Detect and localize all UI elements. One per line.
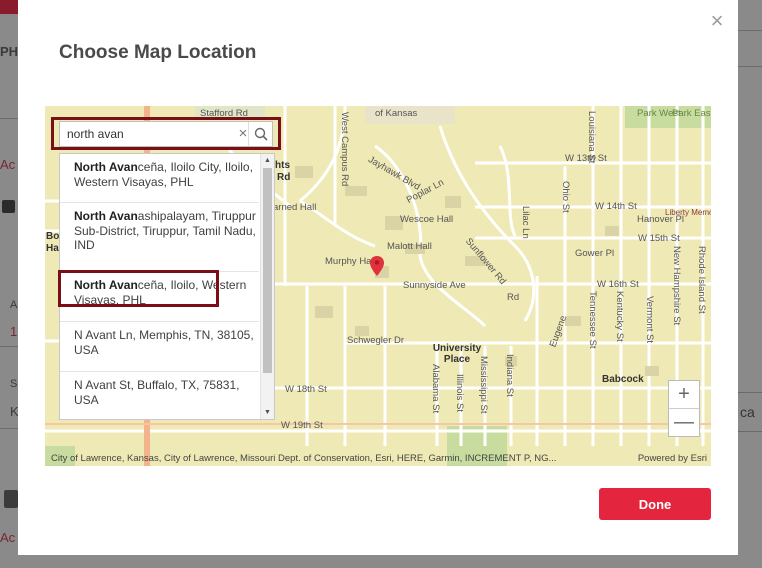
map-label-sunnyside: Sunnyside Ave bbox=[403, 280, 466, 291]
map-label-vermont: Vermont St bbox=[644, 296, 655, 343]
map-label-ohio: Ohio St bbox=[560, 181, 571, 213]
map-label-tennessee: Tennessee St bbox=[587, 291, 598, 349]
scroll-down-icon[interactable]: ▼ bbox=[263, 408, 272, 417]
map-label-rhode: Rhode Island St bbox=[696, 246, 707, 314]
map-label-arned: arned Hall bbox=[273, 202, 317, 213]
suggestion-item[interactable]: North Avanashipalayam, Tiruppur Sub-Dist… bbox=[60, 203, 259, 272]
background-right-divider bbox=[738, 30, 762, 31]
map-label-alabama: Alabama St bbox=[430, 364, 441, 414]
background-label-a: A bbox=[10, 299, 18, 311]
map-label-wescoe: Wescoe Hall bbox=[400, 214, 454, 225]
close-icon[interactable]: × bbox=[706, 10, 728, 32]
background-map-icon bbox=[4, 490, 18, 508]
suggestion-match: North Avan bbox=[74, 278, 138, 292]
map-label-indiana: Indiana St bbox=[504, 354, 515, 397]
background-right-field: ca bbox=[738, 392, 762, 432]
background-divider bbox=[0, 118, 18, 119]
map-label-babcock: Babcock bbox=[602, 374, 644, 385]
map-label-kentucky: Kentucky St bbox=[614, 291, 625, 342]
background-right-divider-2 bbox=[738, 66, 762, 67]
map-label-w18: W 18th St bbox=[285, 384, 327, 395]
map-label-illinois: Illinois St bbox=[454, 374, 465, 413]
map-label-hts: hts bbox=[275, 160, 290, 171]
background-divider-2 bbox=[0, 346, 18, 347]
map-label-lilac: Lilac Ln bbox=[520, 206, 531, 239]
map-label-west-campus: West Campus Rd bbox=[339, 112, 350, 187]
map-label-w19: W 19th St bbox=[281, 420, 323, 431]
suggestion-item[interactable]: N Avant St, Buffalo, TX, 75831, USA bbox=[60, 372, 259, 419]
suggestion-rest: N Avant St, Buffalo, TX, 75831, USA bbox=[74, 378, 240, 407]
map-label-mississippi: Mississippi St bbox=[478, 356, 489, 414]
background-label-s: S bbox=[10, 378, 18, 390]
map-label-malott: Malott Hall bbox=[387, 241, 432, 252]
map-label-w16: W 16th St bbox=[597, 279, 639, 290]
search-icon bbox=[254, 127, 268, 141]
search-box: × bbox=[59, 121, 273, 147]
suggestion-item[interactable]: North Avanceña, Iloilo City, Iloilo, Wes… bbox=[60, 154, 259, 203]
suggestion-scrollbar[interactable]: ▲ ▼ bbox=[260, 154, 274, 419]
suggestion-rest: N Avant Ln, Memphis, TN, 38105, USA bbox=[74, 328, 254, 357]
search-button[interactable] bbox=[248, 122, 273, 146]
suggestion-list: North Avanceña, Iloilo City, Iloilo, Wes… bbox=[59, 153, 275, 420]
background-tab bbox=[0, 0, 18, 14]
zoom-control: + — bbox=[668, 380, 700, 437]
map-label-ha: Ha bbox=[46, 243, 59, 254]
map-label-kansas: of Kansas bbox=[375, 108, 418, 119]
done-button[interactable]: Done bbox=[599, 488, 711, 520]
zoom-in-button[interactable]: + bbox=[669, 381, 699, 408]
search-input[interactable] bbox=[60, 122, 246, 146]
suggestion-match: North Avan bbox=[74, 209, 138, 223]
background-link-add-2: Ac bbox=[0, 530, 16, 545]
map-label-nh: New Hampshire St bbox=[671, 246, 682, 326]
suggestion-match: North Avan bbox=[74, 160, 138, 174]
map-label-w15: W 15th St bbox=[638, 233, 680, 244]
scroll-thumb[interactable] bbox=[263, 168, 272, 373]
map-label-park-east: Park East bbox=[672, 108, 711, 119]
map-label-rd2: Rd bbox=[277, 172, 291, 183]
scroll-up-icon[interactable]: ▲ bbox=[263, 156, 272, 165]
map-label-gower: Gower Pl bbox=[575, 248, 615, 259]
background-link-add: Ac bbox=[0, 157, 16, 172]
map-label-schwegler: Schwegler Dr bbox=[347, 335, 405, 346]
map-attribution: City of Lawrence, Kansas, City of Lawren… bbox=[51, 453, 557, 464]
background-checkbox bbox=[2, 200, 15, 213]
map-view[interactable]: Stafford Rd of Kansas West Campus Rd Par… bbox=[45, 106, 711, 466]
background-value-1: 1 bbox=[10, 324, 18, 339]
suggestion-item[interactable]: N Avant Ln, Memphis, TN, 38105, USA bbox=[60, 322, 259, 372]
map-label-w14: W 14th St bbox=[595, 201, 637, 212]
map-label-bo: Bo bbox=[46, 231, 60, 242]
suggestion-item[interactable]: North Avanceña, Iloilo, Western Visayas,… bbox=[60, 272, 259, 322]
map-label-stafford: Stafford Rd bbox=[200, 108, 248, 119]
map-label-louisiana: Louisiana St bbox=[586, 111, 597, 164]
map-label-rd: Rd bbox=[507, 292, 520, 303]
dialog-title: Choose Map Location bbox=[59, 42, 257, 63]
zoom-out-button[interactable]: — bbox=[669, 408, 699, 436]
location-pin-icon[interactable] bbox=[370, 256, 384, 276]
background-divider-3 bbox=[0, 428, 18, 429]
choose-map-location-dialog: Choose Map Location × Stafford Rd of Kan… bbox=[18, 0, 738, 555]
map-label-liberty: Liberty Memorial Central Middle School bbox=[665, 208, 711, 217]
powered-by-esri[interactable]: Powered by Esri bbox=[638, 453, 707, 464]
map-label-murphy: Murphy Hall bbox=[325, 256, 376, 267]
background-right-text: ca bbox=[740, 404, 755, 420]
